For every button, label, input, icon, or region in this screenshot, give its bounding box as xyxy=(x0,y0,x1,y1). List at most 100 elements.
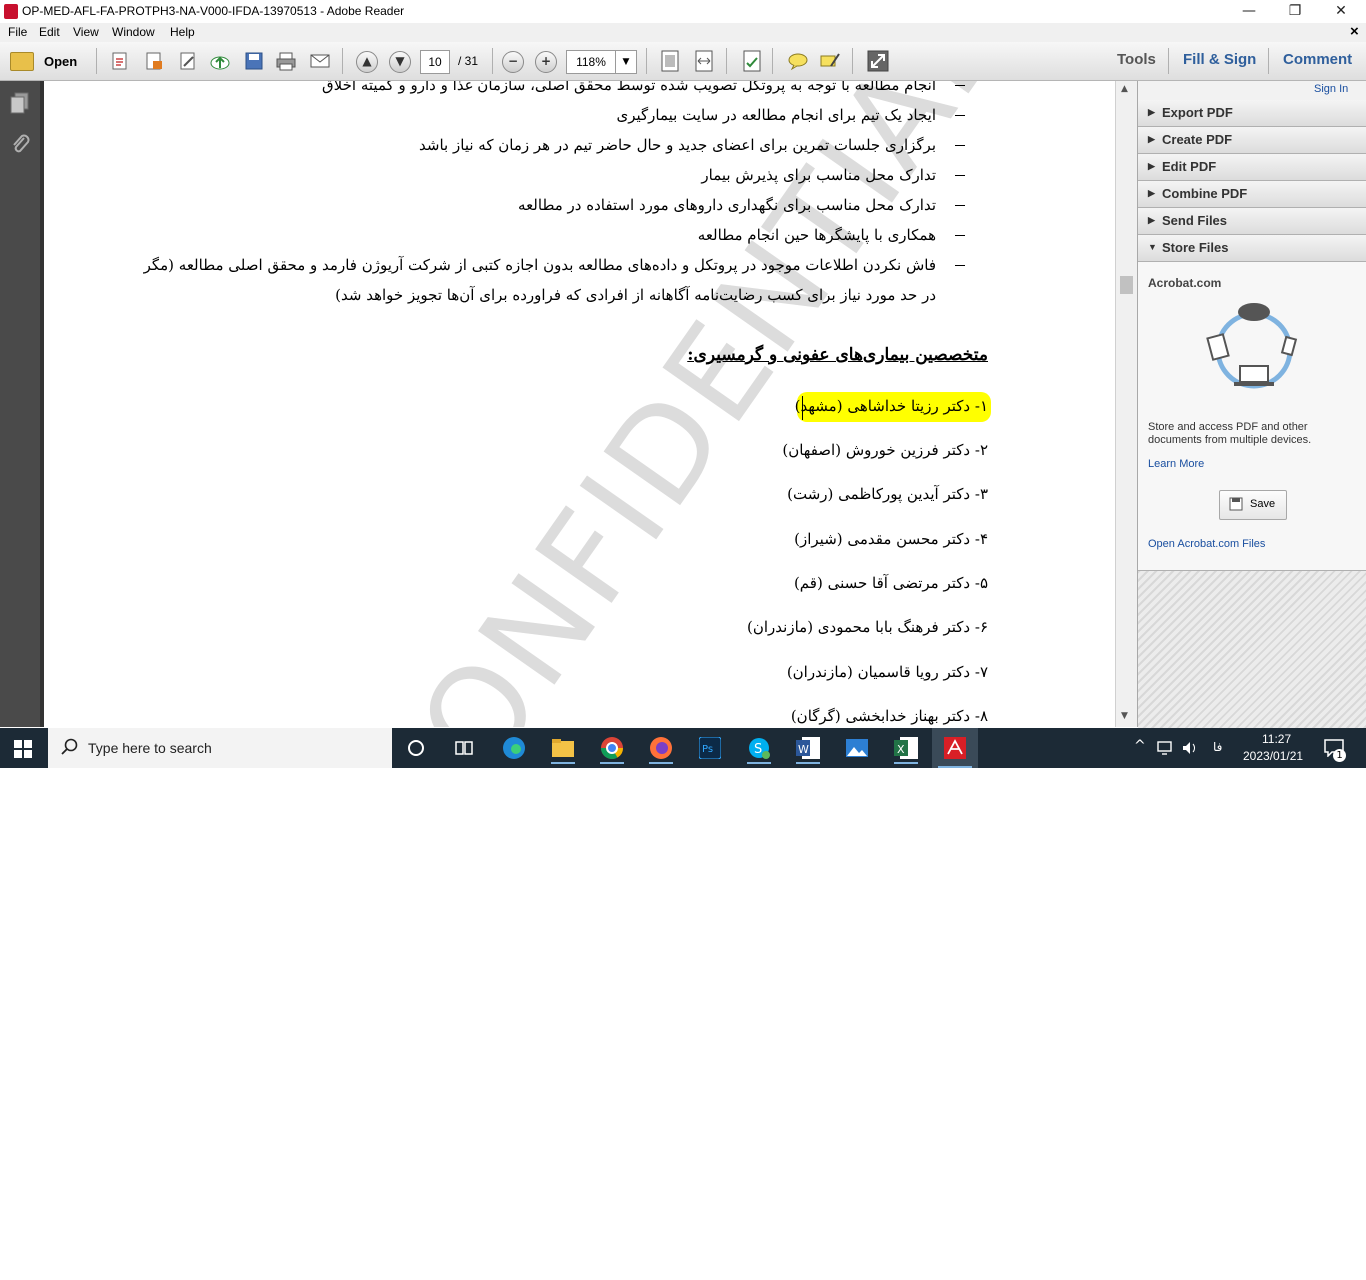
file-explorer-icon[interactable] xyxy=(545,732,581,764)
toolbar: Open ▲ ▼ 10 / 31 − + 118% ▼ Tools Fill &… xyxy=(0,42,1366,81)
section-combine-pdf[interactable]: ▶ Combine PDF xyxy=(1138,181,1366,208)
section-export-pdf[interactable]: ▶ Export PDF xyxy=(1138,100,1366,127)
section-create-pdf[interactable]: ▶ Create PDF xyxy=(1138,127,1366,154)
menu-edit[interactable]: Edit xyxy=(39,25,60,39)
section-store-files[interactable]: ▼ Store Files xyxy=(1138,235,1366,262)
tools-tab[interactable]: Tools xyxy=(1117,51,1156,68)
scrollbar-thumb[interactable] xyxy=(1120,276,1133,294)
firefox-browser-icon[interactable] xyxy=(643,732,679,764)
clock-date[interactable]: 2023/01/21 xyxy=(1243,749,1303,763)
menu-view[interactable]: View xyxy=(73,25,99,39)
sign-in-link[interactable]: Sign In xyxy=(1314,83,1348,95)
photos-icon[interactable] xyxy=(839,732,875,764)
save-to-acrobat-button[interactable]: Save xyxy=(1219,490,1287,520)
text-cursor xyxy=(802,396,803,420)
doctor-item-2: ۲- دکتر فرزین خوروش (اصفهان) xyxy=(782,441,988,459)
document-scrollbar[interactable]: ▲ ▼ xyxy=(1115,81,1138,727)
toolbar-separator xyxy=(342,48,343,74)
doctor-item-5: ۵- دکتر مرتضی آقا حسنی (قم) xyxy=(793,574,988,592)
previous-page-icon[interactable]: ▲ xyxy=(356,51,378,73)
section-edit-pdf[interactable]: ▶ Edit PDF xyxy=(1138,154,1366,181)
menu-file[interactable]: File xyxy=(8,25,27,39)
save-icon[interactable] xyxy=(242,49,266,73)
section-label: Send Files xyxy=(1162,213,1228,228)
menu-window[interactable]: Window xyxy=(112,25,155,39)
bullet-line-7: فاش نکردن اطلاعات موجود در پروتکل و داده… xyxy=(143,256,936,274)
toolbar-separator xyxy=(1268,48,1269,74)
zoom-dropdown-icon[interactable]: ▼ xyxy=(615,50,637,74)
scroll-down-arrow-icon[interactable]: ▼ xyxy=(1121,711,1128,721)
running-indicator xyxy=(600,762,624,764)
active-indicator xyxy=(938,766,972,768)
export-pdf-icon[interactable] xyxy=(142,49,166,73)
adobe-reader-app-icon xyxy=(4,4,18,19)
fit-width-icon[interactable] xyxy=(692,49,716,73)
excel-icon[interactable]: X xyxy=(888,732,924,764)
network-icon[interactable] xyxy=(1157,740,1175,759)
expand-arrow-icon: ▶ xyxy=(1148,188,1155,198)
section-label: Export PDF xyxy=(1162,105,1233,120)
close-document-button[interactable]: × xyxy=(1350,23,1359,40)
menu-help[interactable]: Help xyxy=(170,25,195,39)
clock-time[interactable]: 11:27 xyxy=(1262,732,1291,746)
open-acrobat-files-link[interactable]: Open Acrobat.com Files xyxy=(1148,538,1265,550)
word-icon[interactable]: W xyxy=(790,732,826,764)
acrobat-reader-taskbar-icon[interactable] xyxy=(932,728,978,768)
page-thumbnails-icon[interactable] xyxy=(8,91,32,115)
full-screen-icon[interactable] xyxy=(866,49,890,73)
edge-browser-icon[interactable] xyxy=(496,732,532,764)
close-window-button[interactable]: ✕ xyxy=(1318,0,1364,23)
print-icon[interactable] xyxy=(274,49,298,73)
minimize-button[interactable]: — xyxy=(1226,0,1272,23)
skype-icon[interactable]: S xyxy=(741,732,777,764)
page-total: / 31 xyxy=(458,54,479,68)
comment-tab[interactable]: Comment xyxy=(1283,51,1352,68)
running-indicator xyxy=(747,762,771,764)
document-viewport[interactable]: CONFIDENTIAL انجام مطالعه با توجه به پرو… xyxy=(44,81,1115,727)
email-icon[interactable] xyxy=(308,49,332,73)
highlight-text-icon[interactable] xyxy=(818,49,842,73)
create-pdf-icon[interactable] xyxy=(108,49,132,73)
sticky-note-icon[interactable] xyxy=(786,49,810,73)
svg-text:X: X xyxy=(897,743,905,756)
search-icon xyxy=(60,738,78,759)
windows-start-icon[interactable] xyxy=(14,740,32,758)
bullet-dash xyxy=(955,205,965,206)
scroll-up-arrow-icon[interactable]: ▲ xyxy=(1121,84,1128,94)
running-indicator xyxy=(551,762,575,764)
page-number-input[interactable]: 10 xyxy=(420,50,450,74)
toolbar-separator xyxy=(726,48,727,74)
chrome-browser-icon[interactable] xyxy=(594,732,630,764)
search-placeholder: Type here to search xyxy=(88,740,212,756)
upload-cloud-icon[interactable] xyxy=(208,49,232,73)
volume-icon[interactable] xyxy=(1181,740,1199,759)
bullet-line-2: ایجاد یک تیم برای انجام مطالعه در سایت ب… xyxy=(616,106,936,124)
save-label: Save xyxy=(1250,498,1276,510)
bullet-line-1: انجام مطالعه با توجه به پروتکل تصویب شده… xyxy=(322,81,936,94)
edit-pdf-icon[interactable] xyxy=(176,49,200,73)
zoom-in-icon[interactable]: + xyxy=(535,51,557,73)
input-language-indicator[interactable]: فا xyxy=(1213,740,1222,754)
show-hidden-icons-chevron-icon[interactable]: ^ xyxy=(1134,738,1146,754)
tasks-pane: Sign In ▶ Export PDF ▶ Create PDF ▶ Edit… xyxy=(1137,81,1366,728)
toolbar-separator xyxy=(96,48,97,74)
zoom-out-icon[interactable]: − xyxy=(502,51,524,73)
open-folder-icon[interactable] xyxy=(10,52,34,71)
zoom-level-input[interactable]: 118% xyxy=(566,50,616,74)
task-view-icon[interactable] xyxy=(446,732,482,764)
title-bar: OP-MED-AFL-FA-PROTPH3-NA-V000-IFDA-13970… xyxy=(0,0,1366,23)
spell-check-icon[interactable] xyxy=(740,49,764,73)
section-send-files[interactable]: ▶ Send Files xyxy=(1138,208,1366,235)
open-button[interactable]: Open xyxy=(44,54,77,69)
cortana-icon[interactable] xyxy=(398,732,434,764)
taskbar-search-box[interactable]: Type here to search xyxy=(48,728,392,768)
next-page-icon[interactable]: ▼ xyxy=(389,51,411,73)
learn-more-link[interactable]: Learn More xyxy=(1148,458,1204,470)
attachments-paperclip-icon[interactable] xyxy=(8,133,32,157)
acrobat-com-title: Acrobat.com xyxy=(1148,276,1222,290)
fill-sign-tab[interactable]: Fill & Sign xyxy=(1183,51,1256,68)
bullet-line-3: برگزاری جلسات تمرین برای اعضای جدید و حا… xyxy=(419,136,936,154)
fit-page-icon[interactable] xyxy=(658,49,682,73)
photoshop-icon[interactable]: Ps xyxy=(692,732,728,764)
restore-button[interactable]: ❐ xyxy=(1272,0,1318,23)
